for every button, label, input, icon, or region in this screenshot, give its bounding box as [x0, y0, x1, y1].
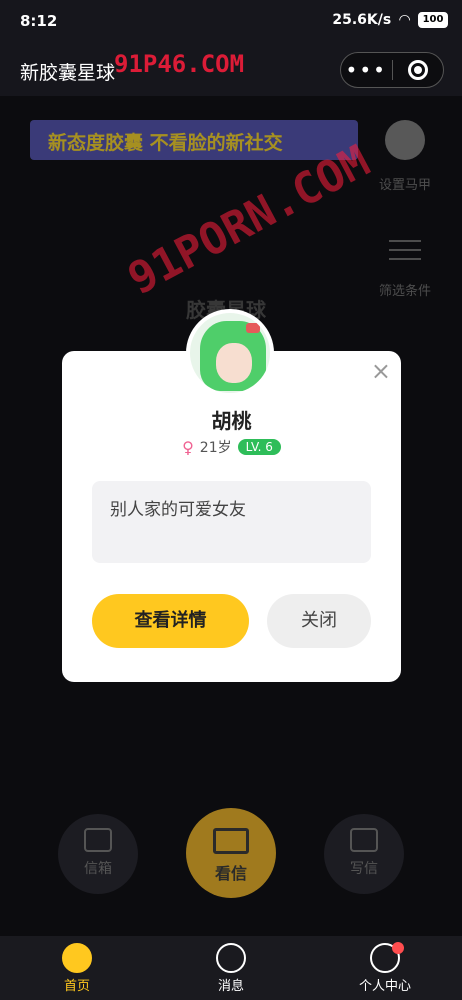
- status-bar: 8:12 25.6K/s ◠ 100: [0, 0, 462, 44]
- inbox-label: 信箱: [84, 861, 112, 877]
- planet-icon: [62, 943, 92, 973]
- see-letter-button[interactable]: 看信: [186, 808, 276, 898]
- inbox-icon: [84, 828, 112, 852]
- close-button[interactable]: 关闭: [267, 594, 371, 648]
- see-letter-label: 看信: [214, 864, 247, 883]
- user-meta: ♀ 21岁 LV. 6: [62, 437, 401, 457]
- status-time: 8:12: [20, 12, 58, 30]
- tab-label: 首页: [63, 979, 90, 994]
- battery-icon: 100: [418, 12, 448, 28]
- tab-label: 消息: [217, 979, 244, 994]
- user-name: 胡桃: [211, 409, 252, 433]
- status-icons: 25.6K/s ◠ 100: [332, 12, 448, 28]
- tab-messages[interactable]: 消息: [154, 936, 308, 1000]
- mini-program-capsule: •••: [340, 52, 444, 88]
- watermark-text: 91P46.COM: [114, 50, 245, 78]
- close-icon[interactable]: ×: [371, 359, 391, 383]
- profile-modal: × 胡桃 ♀ 21岁 LV. 6 别人家的可爱女友 查看详情 关闭: [62, 309, 401, 682]
- target-icon: [407, 60, 428, 80]
- write-letter-button[interactable]: 写信: [324, 814, 404, 894]
- notification-dot: [392, 942, 404, 954]
- exit-button[interactable]: [393, 60, 444, 80]
- female-icon: ♀: [182, 437, 194, 457]
- level-badge: LV. 6: [237, 439, 281, 455]
- avatar: [186, 309, 274, 397]
- envelope-search-icon: [213, 828, 249, 854]
- write-label: 写信: [350, 861, 378, 877]
- tab-home[interactable]: 首页: [0, 936, 154, 1000]
- inbox-button[interactable]: 信箱: [58, 814, 138, 894]
- page-title: 新胶囊星球: [20, 62, 116, 84]
- message-icon: [216, 943, 246, 973]
- tab-profile[interactable]: 个人中心: [308, 936, 462, 1000]
- user-age: 21岁: [199, 440, 232, 456]
- view-details-button[interactable]: 查看详情: [92, 594, 249, 648]
- edit-icon: [350, 828, 378, 852]
- tab-label: 个人中心: [358, 979, 411, 994]
- network-speed: 25.6K/s: [332, 12, 392, 28]
- wifi-icon: ◠: [399, 12, 410, 28]
- more-button[interactable]: •••: [341, 60, 392, 80]
- user-bio: 别人家的可爱女友: [92, 481, 371, 563]
